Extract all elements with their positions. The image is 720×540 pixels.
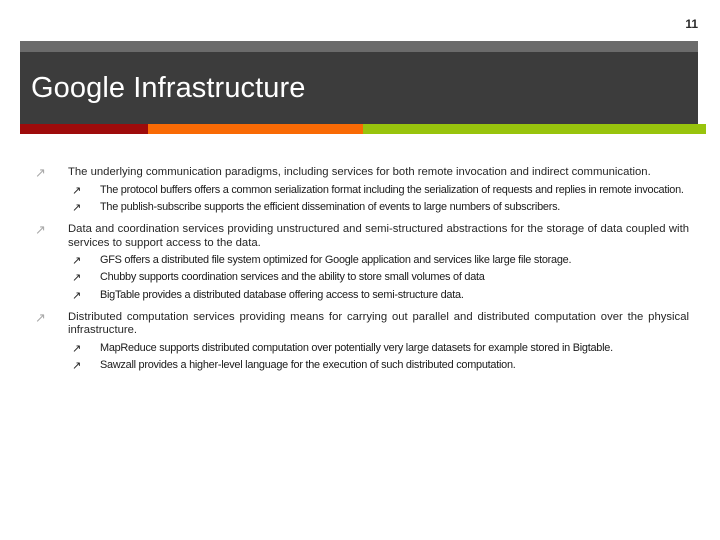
slide: 11 Google Infrastructure ↗ The underlyin… — [0, 0, 720, 540]
arrow-up-right-icon: ↗ — [72, 200, 82, 214]
header-top-strip — [20, 41, 698, 52]
page-number: 11 — [685, 17, 698, 31]
bullet-level1: ↗ Distributed computation services provi… — [0, 311, 720, 338]
slide-body: ↗ The underlying communication paradigms… — [0, 166, 720, 381]
bullet-level1-text: The underlying communication paradigms, … — [68, 166, 651, 178]
bullet-level2: ↗ MapReduce supports distributed computa… — [0, 342, 720, 355]
bullet-level2-text: BigTable provides a distributed database… — [100, 288, 464, 301]
bullet-group: ↗ The underlying communication paradigms… — [0, 166, 720, 214]
bullet-level2: ↗ Sawzall provides a higher-level langua… — [0, 359, 720, 372]
bullet-level1-text: Distributed computation services providi… — [68, 310, 689, 337]
bullet-level2-text: The protocol buffers offers a common ser… — [100, 183, 684, 196]
bullet-level2-text: The publish-subscribe supports the effic… — [100, 200, 561, 213]
bullet-level1: ↗ Data and coordination services providi… — [0, 223, 720, 250]
bullet-level2: ↗ The publish-subscribe supports the eff… — [0, 201, 720, 214]
arrow-up-right-icon: ↗ — [72, 183, 82, 197]
arrow-up-right-icon: ↗ — [72, 341, 82, 355]
bullet-level1: ↗ The underlying communication paradigms… — [0, 166, 720, 180]
bullet-group: ↗ Distributed computation services provi… — [0, 311, 720, 373]
accent-segment-orange — [148, 124, 363, 134]
bullet-level2: ↗ BigTable provides a distributed databa… — [0, 289, 720, 302]
bullet-level2-text: Chubby supports coordination services an… — [100, 271, 485, 284]
accent-bar — [20, 124, 706, 134]
accent-segment-green — [363, 124, 706, 134]
slide-header: Google Infrastructure — [20, 41, 698, 124]
bullet-level2: ↗ GFS offers a distributed file system o… — [0, 254, 720, 267]
bullet-level2: ↗ The protocol buffers offers a common s… — [0, 184, 720, 197]
bullet-group: ↗ Data and coordination services providi… — [0, 223, 720, 302]
arrow-up-right-icon: ↗ — [35, 166, 46, 181]
header-body: Google Infrastructure — [20, 52, 698, 124]
arrow-up-right-icon: ↗ — [72, 288, 82, 302]
bullet-level1-text: Data and coordination services providing… — [68, 223, 689, 249]
accent-segment-red — [20, 124, 148, 134]
arrow-up-right-icon: ↗ — [35, 310, 46, 326]
arrow-up-right-icon: ↗ — [72, 359, 82, 373]
arrow-up-right-icon: ↗ — [72, 254, 82, 268]
bullet-level2-text: Sawzall provides a higher-level language… — [100, 359, 516, 372]
arrow-up-right-icon: ↗ — [72, 271, 82, 285]
bullet-level2: ↗ Chubby supports coordination services … — [0, 271, 720, 284]
bullet-level2-text: GFS offers a distributed file system opt… — [100, 254, 572, 267]
page-title: Google Infrastructure — [31, 72, 306, 104]
bullet-level2-text: MapReduce supports distributed computati… — [100, 341, 613, 354]
arrow-up-right-icon: ↗ — [35, 223, 46, 238]
